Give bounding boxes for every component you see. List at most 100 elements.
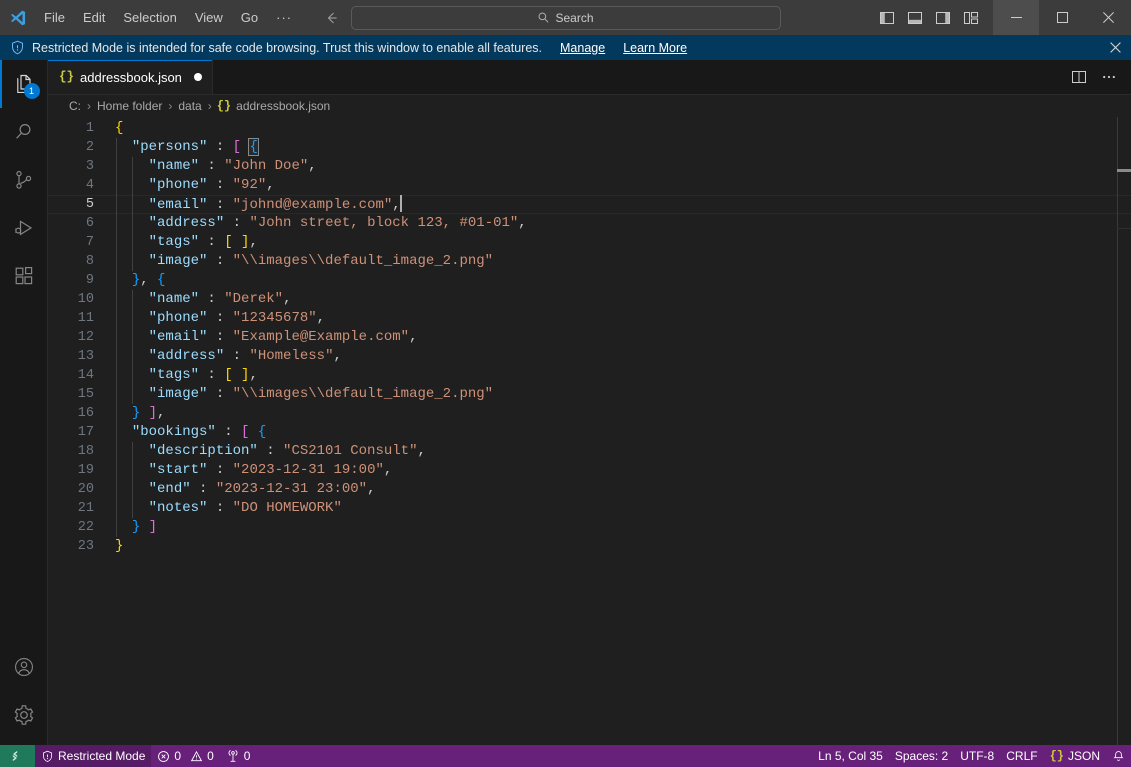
- banner-learn-more-link[interactable]: Learn More: [623, 41, 687, 55]
- split-editor-right-button[interactable]: [1065, 64, 1093, 90]
- status-indentation[interactable]: Spaces: 2: [889, 745, 954, 767]
- panel-bottom-icon[interactable]: [901, 5, 929, 31]
- sidebar-item-extensions[interactable]: [0, 252, 48, 300]
- code-token: "12345678": [232, 310, 317, 326]
- code-line[interactable]: 6 "address" : "John street, block 123, #…: [48, 214, 1131, 233]
- search-icon: [537, 11, 550, 24]
- status-restricted-mode[interactable]: Restricted Mode: [35, 745, 152, 767]
- error-count: 0: [174, 749, 182, 763]
- status-problems[interactable]: 0 0: [151, 745, 219, 767]
- code-token: [ ]: [224, 234, 250, 250]
- json-file-icon: {}: [216, 99, 232, 113]
- editor-group: {} addressbook.json C: › Home folder › d…: [48, 60, 1131, 745]
- menu-edit[interactable]: Edit: [75, 7, 113, 29]
- sidebar-item-source-control[interactable]: [0, 156, 48, 204]
- line-number: 18: [77, 444, 94, 459]
- layout-customize-icon[interactable]: [957, 5, 985, 31]
- text-cursor: [399, 194, 402, 212]
- sidebar-item-run-debug[interactable]: [0, 204, 48, 252]
- tab-dirty-indicator[interactable]: [193, 73, 202, 81]
- banner-message: Restricted Mode is intended for safe cod…: [32, 40, 542, 55]
- menu-view[interactable]: View: [187, 7, 231, 29]
- status-encoding[interactable]: UTF-8: [954, 745, 1000, 767]
- code-line[interactable]: 22 } ]: [48, 518, 1131, 537]
- shield-icon: [41, 750, 54, 763]
- code-line[interactable]: 10 "name" : "Derek",: [48, 290, 1131, 309]
- breadcrumb-drive[interactable]: C:: [68, 99, 82, 113]
- panel-left-icon[interactable]: [873, 5, 901, 31]
- code-line[interactable]: 18 "description" : "CS2101 Consult",: [48, 442, 1131, 461]
- code-line[interactable]: 2 "persons" : [ {: [48, 138, 1131, 157]
- status-language-mode[interactable]: {} JSON: [1044, 745, 1106, 767]
- code-line[interactable]: 16 } ],: [48, 404, 1131, 423]
- menu-file[interactable]: File: [36, 7, 73, 29]
- code-line[interactable]: 20 "end" : "2023-12-31 23:00",: [48, 480, 1131, 499]
- breadcrumb-file[interactable]: addressbook.json: [235, 99, 331, 113]
- line-content: "description" : "CS2101 Consult",: [115, 442, 1131, 461]
- sidebar-item-search[interactable]: [0, 108, 48, 156]
- code-token: "John Doe": [224, 158, 309, 174]
- radio-tower-icon: [226, 749, 240, 763]
- menu-go[interactable]: Go: [233, 7, 266, 29]
- indent-guide: [115, 290, 117, 309]
- status-ports[interactable]: 0: [220, 745, 257, 767]
- menu-selection[interactable]: Selection: [115, 7, 184, 29]
- breadcrumb-separator: ›: [87, 99, 91, 113]
- panel-right-icon[interactable]: [929, 5, 957, 31]
- sidebar-item-explorer[interactable]: 1: [0, 60, 48, 108]
- menu-more-button[interactable]: ···: [268, 7, 300, 29]
- code-line[interactable]: 14 "tags" : [ ],: [48, 366, 1131, 385]
- warning-icon: [190, 750, 203, 763]
- tab-addressbook-json[interactable]: {} addressbook.json: [48, 60, 213, 94]
- code-token: ,: [249, 367, 258, 383]
- status-notifications[interactable]: [1106, 745, 1131, 767]
- code-token: "johnd@example.com": [232, 196, 393, 213]
- arrow-left-icon[interactable]: [319, 7, 343, 29]
- code-line[interactable]: 12 "email" : "Example@Example.com",: [48, 328, 1131, 347]
- code-token: "\\images\\default_image_2.png": [232, 386, 494, 402]
- code-line[interactable]: 5 "email" : "johnd@example.com",: [48, 194, 1131, 215]
- code-token: "\\images\\default_image_2.png": [232, 253, 494, 269]
- code-line[interactable]: 21 "notes" : "DO HOMEWORK": [48, 499, 1131, 518]
- more-editor-actions-button[interactable]: [1095, 64, 1123, 90]
- code-line[interactable]: 3 "name" : "John Doe",: [48, 157, 1131, 176]
- code-token: :: [207, 196, 233, 213]
- search-input[interactable]: Search: [350, 5, 781, 30]
- code-line[interactable]: 23}: [48, 537, 1131, 556]
- code-line[interactable]: 8 "image" : "\\images\\default_image_2.p…: [48, 252, 1131, 271]
- line-content: } ]: [115, 518, 1131, 537]
- remote-window-button[interactable]: [0, 745, 35, 767]
- status-eol[interactable]: CRLF: [1000, 745, 1043, 767]
- code-line[interactable]: 19 "start" : "2023-12-31 19:00",: [48, 461, 1131, 480]
- code-token: "Derek": [224, 291, 284, 307]
- code-line[interactable]: 1{: [48, 119, 1131, 138]
- status-cursor-position[interactable]: Ln 5, Col 35: [812, 745, 889, 767]
- manage-settings-button[interactable]: [0, 691, 48, 739]
- maximize-button[interactable]: [1039, 0, 1085, 35]
- scrollbar-slider[interactable]: [1117, 169, 1131, 172]
- indent-guide: [115, 138, 117, 157]
- accounts-button[interactable]: [0, 643, 48, 691]
- code-token: "bookings": [131, 424, 216, 440]
- code-line[interactable]: 11 "phone" : "12345678",: [48, 309, 1131, 328]
- code-line[interactable]: 9 }, {: [48, 271, 1131, 290]
- code-line[interactable]: 15 "image" : "\\images\\default_image_2.…: [48, 385, 1131, 404]
- code-token: "start": [148, 462, 208, 478]
- banner-manage-link[interactable]: Manage: [560, 41, 605, 55]
- breadcrumb-data[interactable]: data: [177, 99, 202, 113]
- code-line[interactable]: 4 "phone" : "92",: [48, 176, 1131, 195]
- indent-guide: [115, 176, 117, 195]
- code-token: {: [157, 272, 166, 288]
- code-editor[interactable]: 1{2 "persons" : [ {3 "name" : "John Doe"…: [48, 117, 1131, 745]
- code-line[interactable]: 13 "address" : "Homeless",: [48, 347, 1131, 366]
- close-button[interactable]: [1085, 0, 1131, 35]
- shield-icon: [10, 40, 25, 55]
- code-line[interactable]: 7 "tags" : [ ],: [48, 233, 1131, 252]
- breadcrumb-home-folder[interactable]: Home folder: [96, 99, 163, 113]
- code-line[interactable]: 17 "bookings" : [ {: [48, 423, 1131, 442]
- code-token: "image": [148, 386, 208, 402]
- banner-close-button[interactable]: [1105, 38, 1125, 58]
- minimize-button[interactable]: [993, 0, 1039, 35]
- editor-vertical-scrollbar[interactable]: [1117, 117, 1131, 745]
